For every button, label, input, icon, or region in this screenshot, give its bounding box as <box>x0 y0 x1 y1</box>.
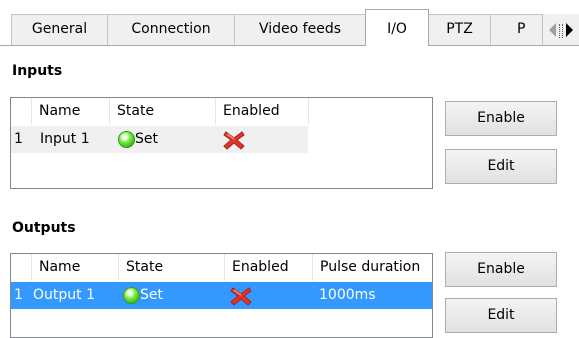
header-enabled[interactable]: Enabled <box>225 254 313 281</box>
row-state: Set <box>135 131 158 147</box>
tab-p[interactable]: P <box>490 14 550 45</box>
inputs-enable-button[interactable]: Enable <box>445 101 557 136</box>
row-name: Output 1 <box>33 287 95 303</box>
inputs-title: Inputs <box>12 63 63 79</box>
inputs-header: Name State Enabled <box>11 98 432 125</box>
inputs-edit-button[interactable]: Edit <box>445 149 557 184</box>
scroll-left-icon[interactable] <box>549 23 556 37</box>
header-name[interactable]: Name <box>32 98 110 125</box>
table-row-selected[interactable]: 1 Output 1 Set 1000ms <box>11 282 432 309</box>
row-index: 1 <box>14 287 23 303</box>
outputs-header: Name State Enabled Pulse duration <box>11 254 432 281</box>
tab-ptz[interactable]: PTZ <box>428 14 491 45</box>
red-x-icon <box>223 131 245 150</box>
tab-divider <box>0 45 579 46</box>
header-state[interactable]: State <box>110 98 216 125</box>
tab-video-feeds[interactable]: Video feeds <box>234 14 366 45</box>
header-index <box>11 98 32 125</box>
outputs-edit-button[interactable]: Edit <box>445 298 557 333</box>
inputs-list[interactable]: Name State Enabled 1 Input 1 Set <box>10 97 433 189</box>
scroll-right-icon[interactable] <box>566 23 573 37</box>
row-pulse-duration: 1000ms <box>319 287 376 303</box>
outputs-title: Outputs <box>12 220 76 236</box>
header-pulse-duration[interactable]: Pulse duration <box>313 254 432 281</box>
tab-io[interactable]: I/O <box>365 9 429 46</box>
header-state[interactable]: State <box>119 254 225 281</box>
header-index <box>11 254 32 281</box>
row-index: 1 <box>14 131 23 147</box>
header-name[interactable]: Name <box>32 254 119 281</box>
table-row[interactable]: 1 Input 1 Set <box>11 126 308 153</box>
header-enabled[interactable]: Enabled <box>216 98 309 125</box>
green-led-icon <box>123 287 140 304</box>
green-led-icon <box>118 131 135 148</box>
red-x-icon <box>230 287 252 306</box>
row-state: Set <box>140 287 163 303</box>
outputs-enable-button[interactable]: Enable <box>445 252 557 287</box>
tab-bar: General Connection Video feeds I/O PTZ P <box>0 0 579 46</box>
grip-icon <box>559 24 563 38</box>
row-name: Input 1 <box>40 131 90 147</box>
tab-connection[interactable]: Connection <box>107 14 235 45</box>
tab-general[interactable]: General <box>11 14 108 45</box>
outputs-list[interactable]: Name State Enabled Pulse duration 1 Outp… <box>10 253 433 338</box>
tab-scroll-arrows <box>542 14 579 45</box>
